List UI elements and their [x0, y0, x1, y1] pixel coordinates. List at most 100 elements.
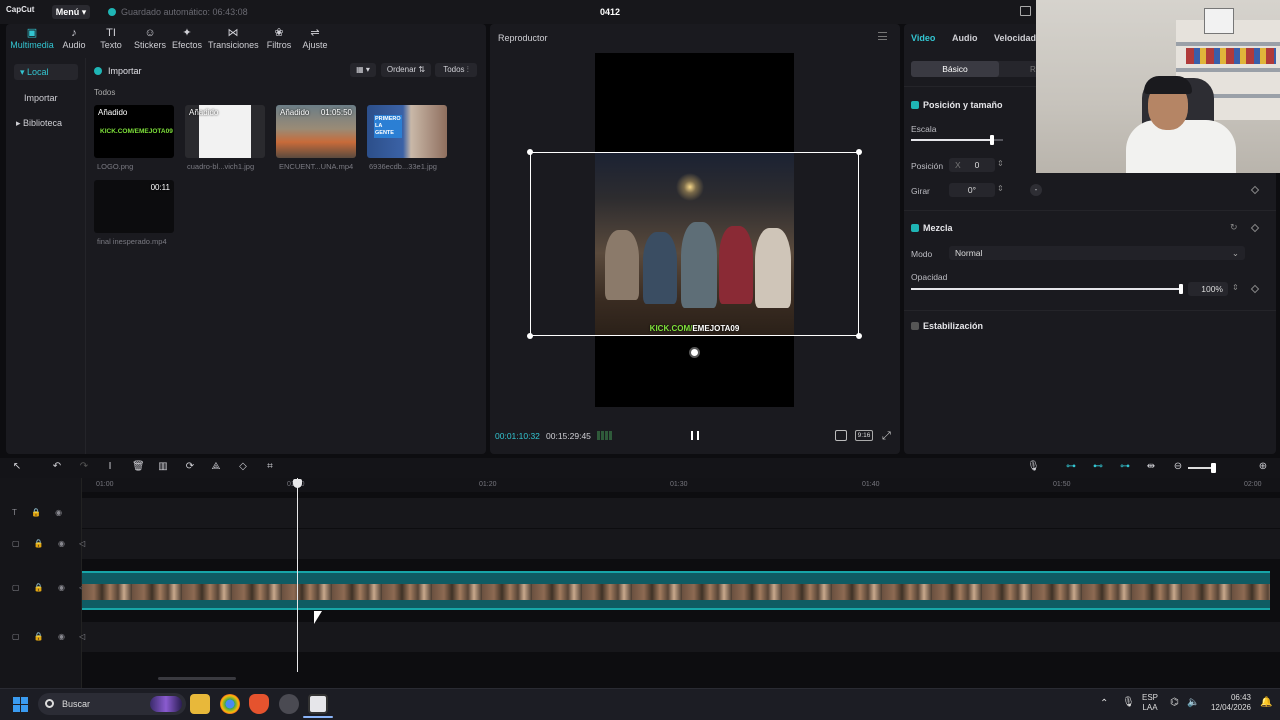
- checkbox-icon[interactable]: [911, 224, 919, 232]
- scale-slider-handle[interactable]: [989, 135, 994, 145]
- flip-icon[interactable]: -: [1030, 184, 1042, 196]
- import-button[interactable]: Importar: [94, 66, 142, 76]
- position-x-field[interactable]: X0: [949, 158, 995, 172]
- select-tool-icon[interactable]: ↖: [12, 462, 22, 472]
- freeze-icon[interactable]: ▥: [158, 462, 168, 472]
- rotate-icon[interactable]: ◇: [238, 462, 248, 472]
- fullscreen-icon[interactable]: ⤢: [882, 430, 891, 443]
- main-video-clip[interactable]: [82, 571, 1270, 610]
- audio-track[interactable]: [82, 622, 1280, 652]
- media-item[interactable]: Añadido KICK.COM/EMEJOTA09: [94, 105, 174, 158]
- tab-texto[interactable]: TI Texto: [96, 27, 126, 50]
- stepper-icon[interactable]: ⇕: [997, 184, 1004, 193]
- hamburger-menu-icon[interactable]: [878, 32, 887, 40]
- tab-multimedia[interactable]: ▣ Multimedia: [8, 27, 56, 50]
- playhead-handle[interactable]: [293, 479, 302, 488]
- file-explorer-icon[interactable]: [190, 694, 210, 714]
- redo-icon[interactable]: ↷: [79, 462, 89, 472]
- playhead[interactable]: [297, 478, 298, 672]
- track-controls[interactable]: ▢ 🔒 ◉ ◁: [12, 539, 91, 548]
- aspect-ratio-button[interactable]: 9:16: [855, 430, 873, 441]
- preview-axis-icon[interactable]: ⊶: [1119, 462, 1131, 472]
- taskbar-clock[interactable]: 06:43 12/04/2026: [1205, 693, 1251, 713]
- volume-icon[interactable]: 🔈: [1187, 697, 1199, 708]
- menu-button[interactable]: Menú ▾: [52, 5, 90, 19]
- sidebar-item-library[interactable]: ▸ Biblioteca: [16, 118, 62, 129]
- microphone-tray-icon[interactable]: 🎙: [1122, 697, 1135, 708]
- stabilization-section[interactable]: Estabilización: [911, 321, 983, 331]
- notification-icon[interactable]: 🔔: [1260, 697, 1272, 708]
- sidebar-item-import[interactable]: Importar: [24, 93, 58, 103]
- tab-video[interactable]: Video: [911, 33, 935, 43]
- obs-icon[interactable]: [279, 694, 299, 714]
- resize-handle-br[interactable]: [856, 333, 862, 339]
- network-icon[interactable]: ⌬: [1170, 697, 1179, 708]
- filter-button[interactable]: Todos ⫶: [435, 63, 477, 77]
- resize-handle-tr[interactable]: [856, 149, 862, 155]
- timeline-scrollbar[interactable]: [158, 677, 236, 680]
- undo-icon[interactable]: ↶: [52, 462, 62, 472]
- stepper-icon[interactable]: ⇕: [1232, 283, 1239, 292]
- reset-icon[interactable]: ↻: [1230, 222, 1238, 233]
- resize-handle-bl[interactable]: [527, 333, 533, 339]
- resize-handle-tl[interactable]: [527, 149, 533, 155]
- track-controls[interactable]: ▢ 🔒 ◉ ◁: [12, 583, 91, 592]
- layout-icon[interactable]: [1020, 6, 1031, 16]
- tab-audio-props[interactable]: Audio: [952, 33, 978, 43]
- media-item[interactable]: PRIMERO LA GENTE: [367, 105, 447, 158]
- view-mode-button[interactable]: ▦ ▾: [350, 63, 376, 77]
- rotate-field[interactable]: 0°: [949, 183, 995, 197]
- zoom-out-icon[interactable]: ⊖: [1173, 462, 1183, 472]
- blend-section[interactable]: Mezcla: [911, 223, 953, 233]
- media-item[interactable]: Añadido 01:05:50: [276, 105, 356, 158]
- tab-ajuste[interactable]: ⇌ Ajuste: [300, 27, 330, 50]
- track-controls[interactable]: T 🔒 ◉: [12, 508, 68, 517]
- chevron-up-icon[interactable]: ⌃: [1100, 698, 1108, 709]
- snap-icon[interactable]: ⇹: [1145, 462, 1157, 472]
- chrome-icon[interactable]: [220, 694, 240, 714]
- brave-icon[interactable]: [249, 694, 269, 714]
- sort-button[interactable]: Ordenar ⇅: [381, 63, 431, 77]
- media-item[interactable]: 00:11: [94, 180, 174, 233]
- position-size-section[interactable]: Posición y tamaño: [911, 100, 1003, 110]
- overlay-track[interactable]: [82, 529, 1280, 559]
- checkbox-icon[interactable]: [911, 101, 919, 109]
- tab-velocidad[interactable]: Velocidad: [994, 33, 1036, 43]
- media-item[interactable]: Añadido: [185, 105, 265, 158]
- sidebar-item-local[interactable]: ▾ Local: [14, 64, 78, 80]
- tab-audio[interactable]: ♪ Audio: [58, 27, 90, 50]
- stepper-icon[interactable]: ⇕: [997, 159, 1004, 168]
- text-track[interactable]: [82, 498, 1280, 528]
- tab-transiciones[interactable]: ⋈ Transiciones: [208, 27, 259, 50]
- language-indicator[interactable]: ESP LAA: [1142, 693, 1158, 713]
- tab-efectos[interactable]: ✦ Efectos: [172, 27, 202, 50]
- windows-start-icon[interactable]: [13, 697, 28, 712]
- fit-screen-icon[interactable]: [835, 430, 847, 441]
- microphone-icon[interactable]: 🎙: [1027, 462, 1040, 472]
- zoom-slider-handle[interactable]: [1211, 463, 1216, 473]
- widget-icon[interactable]: [150, 696, 182, 712]
- track-controls[interactable]: ▢ 🔒 ◉ ◁: [12, 632, 91, 641]
- crop-icon[interactable]: ⌗: [265, 462, 275, 472]
- split-icon[interactable]: I: [105, 462, 115, 472]
- reverse-icon[interactable]: ⟳: [185, 462, 195, 472]
- checkbox-icon[interactable]: [911, 322, 919, 330]
- magnet-icon[interactable]: ⊶: [1065, 462, 1077, 472]
- link-icon[interactable]: ⊷: [1092, 462, 1104, 472]
- zoom-in-icon[interactable]: ⊕: [1258, 462, 1268, 472]
- opacity-field[interactable]: 100%: [1188, 282, 1228, 296]
- selection-box[interactable]: [530, 152, 859, 336]
- blend-mode-select[interactable]: Normal ⌄: [949, 246, 1245, 260]
- capcut-taskbar-icon[interactable]: [308, 694, 328, 714]
- rotate-handle-icon[interactable]: [689, 347, 700, 358]
- opacity-slider-handle[interactable]: [1179, 284, 1183, 294]
- subtab-basico[interactable]: Básico: [911, 61, 999, 77]
- pause-button[interactable]: [691, 431, 699, 440]
- delete-icon[interactable]: 🗑: [132, 462, 145, 472]
- ruler-label: 01:40: [862, 481, 880, 488]
- tab-filtros[interactable]: ❀ Filtros: [264, 27, 294, 50]
- mirror-icon[interactable]: ⟁: [211, 462, 221, 472]
- subtab-second[interactable]: R: [1030, 65, 1036, 74]
- tab-stickers[interactable]: ☺ Stickers: [132, 27, 168, 50]
- opacity-slider[interactable]: [911, 288, 1181, 290]
